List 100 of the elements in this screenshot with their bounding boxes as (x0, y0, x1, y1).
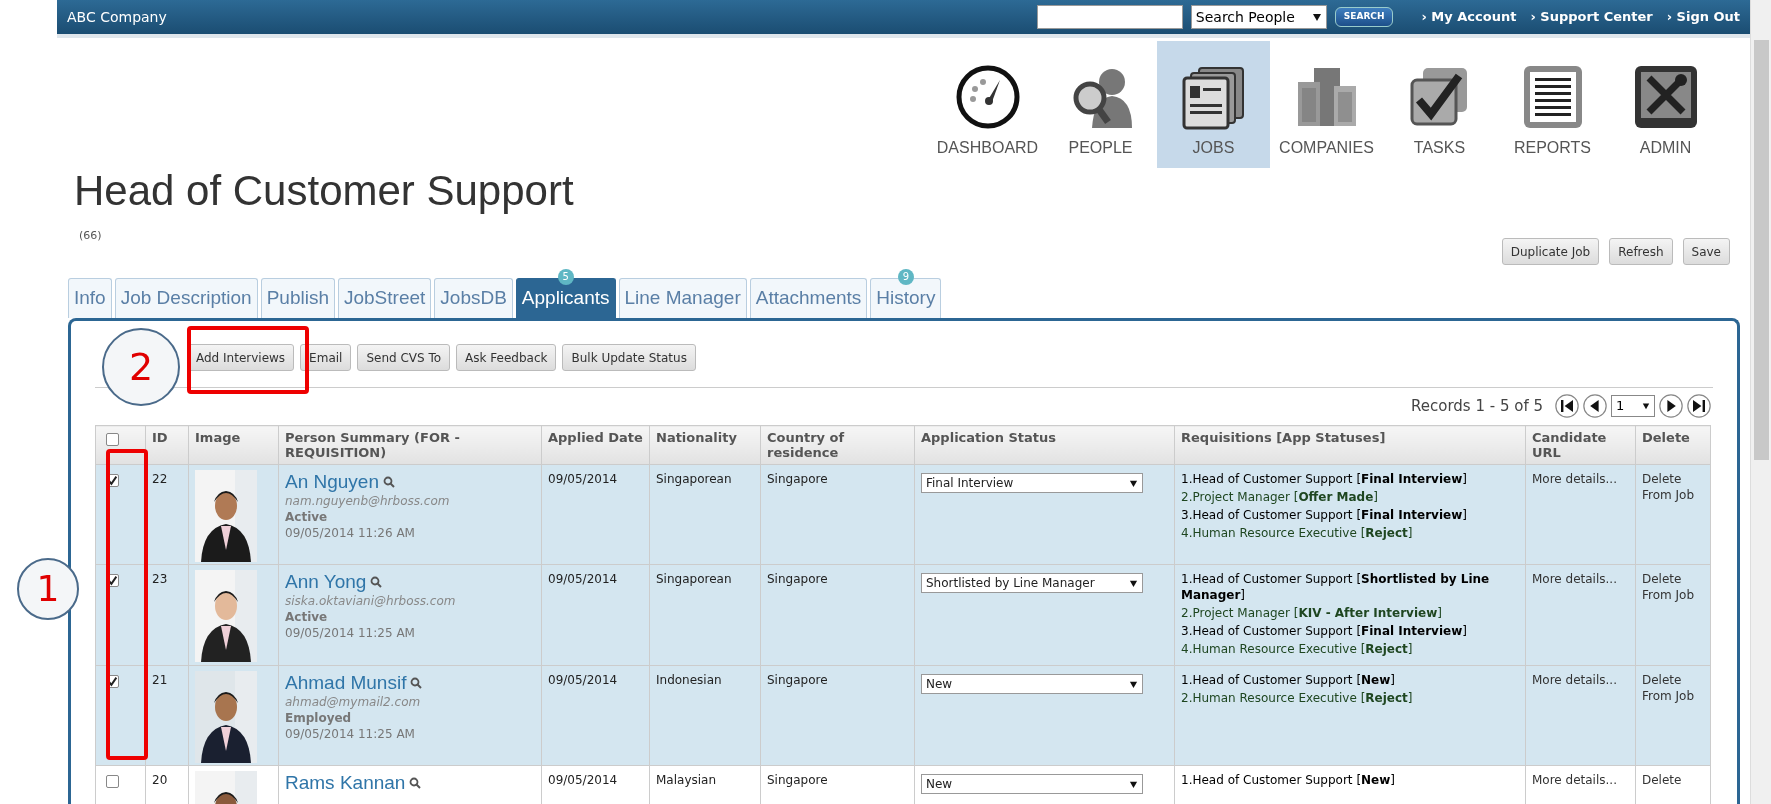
tab[interactable]: Job Description (114, 278, 258, 318)
id-cell: 20 (152, 773, 168, 787)
person-name-link[interactable]: Rams Kannan (285, 772, 406, 794)
nationality-cell: Malaysian (656, 773, 717, 787)
status-select[interactable]: New (921, 674, 1143, 694)
country-cell: Singapore (767, 773, 828, 787)
nav-item[interactable]: ADMIN (1609, 41, 1722, 168)
page-select[interactable]: 1 (1611, 395, 1655, 417)
column-header: Applied Date (541, 425, 650, 465)
search-icon[interactable] (410, 677, 423, 689)
search-button[interactable]: SEARCH (1334, 7, 1394, 27)
caret-icon (1129, 578, 1138, 588)
count-badge: 9 (897, 269, 914, 285)
nav-item[interactable]: REPORTS (1496, 41, 1609, 168)
timestamp: 09/05/2014 11:25 AM (285, 726, 416, 742)
nav-item[interactable]: COMPANIES (1270, 41, 1383, 168)
nav-item[interactable]: DASHBOARD (931, 41, 1044, 168)
select-all-checkbox[interactable] (106, 433, 119, 446)
person-name-link[interactable]: Ann Yong (285, 571, 367, 593)
nationality-cell: Singaporean (656, 472, 732, 486)
nationality-cell: Indonesian (656, 673, 722, 687)
previous-page-icon[interactable] (1583, 394, 1607, 418)
search-type-select[interactable]: Search People (1190, 5, 1327, 29)
applied-date: 09/05/2014 (548, 773, 618, 787)
caret-icon (1129, 679, 1138, 689)
requisition-line: 2.Project Manager [Offer Made] (1181, 489, 1380, 505)
page-title: Head of Customer Support (73, 168, 575, 214)
person-name-link[interactable]: Ahmad Munsif (285, 672, 407, 694)
tab[interactable]: Attachments (749, 278, 868, 318)
person-name-link[interactable]: An Nguyen (285, 471, 379, 493)
action-button[interactable]: Duplicate Job (1501, 238, 1600, 265)
email-text: nam.nguyenb@hrboss.com (285, 493, 451, 509)
column-header: Application Status (914, 425, 1175, 465)
count-badge: 5 (557, 269, 574, 285)
column-header: Nationality (649, 425, 761, 465)
requisition-line: 2.Human Resource Executive [Reject] (1181, 690, 1414, 706)
delete-link[interactable]: Delete From Job (1642, 571, 1704, 603)
requisition-line: 1.Head of Customer Support [Shortlisted by Line Manager] (1181, 571, 1491, 603)
delete-link[interactable]: Delete (1642, 772, 1704, 788)
nav-item[interactable]: JOBS (1157, 41, 1270, 168)
id-cell: 23 (152, 572, 168, 586)
company-name: ABC Company (67, 7, 167, 27)
tab[interactable]: JobsDB (434, 278, 513, 318)
id-cell: 22 (152, 472, 168, 486)
search-icon[interactable] (409, 777, 422, 789)
tools-icon (1632, 64, 1699, 130)
action-button[interactable]: Refresh (1609, 238, 1673, 265)
person-status: Active (285, 509, 329, 525)
column-header: ID (145, 425, 189, 465)
nav-item[interactable]: PEOPLE (1044, 41, 1157, 168)
header-link[interactable]: › Sign Out (1666, 7, 1740, 27)
caret-icon (1311, 12, 1322, 22)
email-text: ahmad@mymail2.com (285, 694, 422, 710)
toolbar-button[interactable]: Ask Feedback (456, 344, 557, 371)
tab[interactable]: Info (68, 278, 112, 318)
toolbar-button[interactable]: Email (300, 344, 352, 371)
scrollbar[interactable] (1750, 0, 1771, 804)
status-select[interactable]: Final Interview (921, 473, 1143, 493)
applied-date: 09/05/2014 (548, 572, 618, 586)
column-header: Requisitions [App Statuses] (1174, 425, 1526, 465)
column-header: Person Summary (FOR - REQUISITION) (278, 425, 542, 465)
tab[interactable]: JobStreet (338, 278, 432, 318)
requisition-line: 4.Human Resource Executive [Reject] (1181, 525, 1414, 541)
status-select[interactable]: Shortlisted by Line Manager (921, 573, 1143, 593)
requisition-line: 4.Human Resource Executive [Reject] (1181, 641, 1414, 657)
requisition-line: 1.Head of Customer Support [Final Interview] (1181, 471, 1468, 487)
gauge-icon (954, 64, 1021, 130)
details-link[interactable]: More details... (1532, 673, 1617, 687)
search-icon[interactable] (370, 576, 383, 588)
documents-icon (1180, 64, 1247, 130)
first-page-icon[interactable] (1555, 394, 1579, 418)
header-link[interactable]: › Support Center (1530, 7, 1653, 27)
delete-link[interactable]: Delete From Job (1642, 672, 1704, 704)
search-icon[interactable] (383, 476, 395, 488)
person-status: Active (285, 609, 329, 625)
requisition-line: 3.Head of Customer Support [Final Interview] (1181, 623, 1468, 639)
tab[interactable]: Publish (260, 278, 335, 318)
details-link[interactable]: More details... (1532, 773, 1617, 787)
column-header: Delete (1635, 425, 1711, 465)
caret-icon (1129, 478, 1138, 488)
person-status: Employed (285, 710, 353, 726)
row-checkbox[interactable] (106, 775, 119, 788)
delete-link[interactable]: Delete From Job (1642, 471, 1704, 503)
tab[interactable]: Line Manager (618, 278, 747, 318)
toolbar-button[interactable]: Send CVS To (357, 344, 451, 371)
nav-item[interactable]: TASKS (1383, 41, 1496, 168)
column-header: Image (188, 425, 279, 465)
last-page-icon[interactable] (1687, 394, 1711, 418)
requisition-line: 2.Project Manager [KIV - After Interview] (1181, 605, 1443, 621)
next-page-icon[interactable] (1659, 394, 1683, 418)
column-header: Candidate URL (1525, 425, 1636, 465)
search-field[interactable] (1036, 5, 1183, 29)
requisition-line: 1.Head of Customer Support [New] (1181, 672, 1397, 688)
toolbar-button[interactable]: Bulk Update Status (562, 344, 696, 371)
action-button[interactable]: Save (1682, 238, 1730, 265)
header-link[interactable]: › My Account (1421, 7, 1517, 27)
details-link[interactable]: More details... (1532, 472, 1617, 486)
status-select[interactable]: New (921, 774, 1143, 794)
country-cell: Singapore (767, 673, 828, 687)
details-link[interactable]: More details... (1532, 572, 1617, 586)
